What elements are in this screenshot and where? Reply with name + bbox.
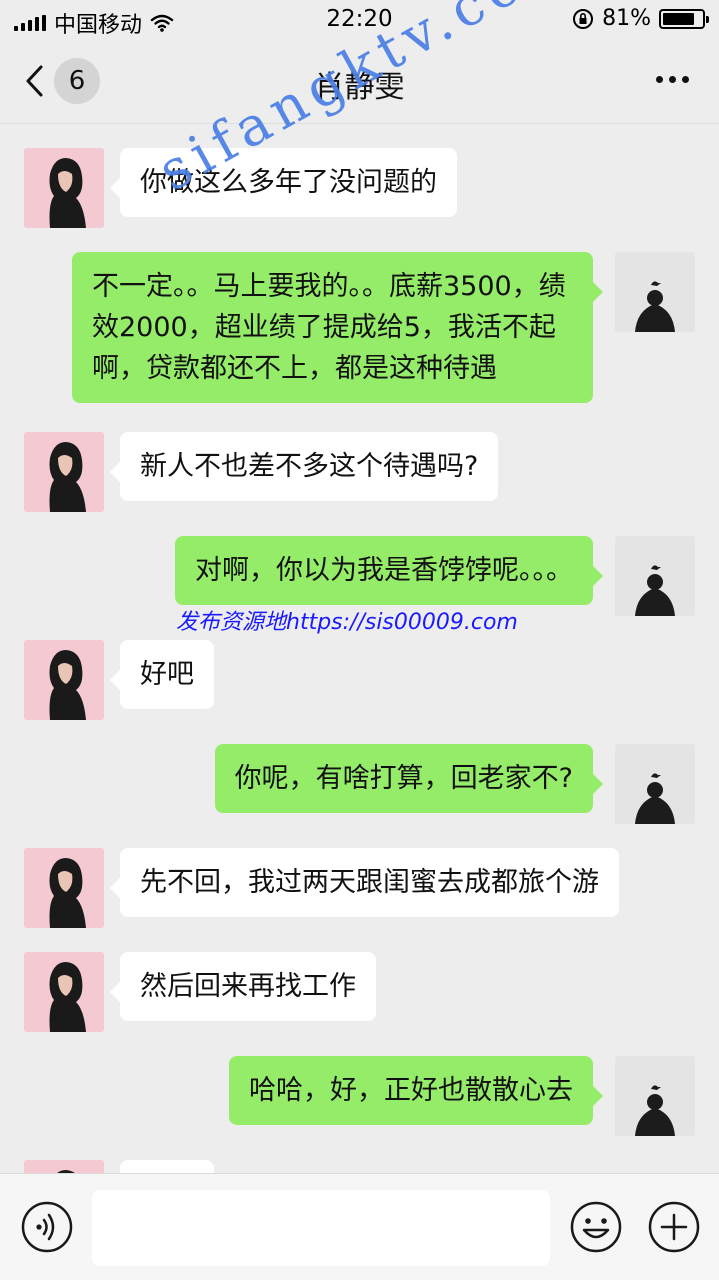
message-input[interactable] [92, 1190, 550, 1266]
woman-portrait-icon [24, 148, 104, 228]
my-avatar[interactable] [615, 1056, 695, 1136]
message-outgoing: 你呢，有啥打算，回老家不? [0, 744, 719, 824]
message-bubble[interactable] [120, 1160, 214, 1173]
woman-portrait-icon [24, 952, 104, 1032]
woman-portrait-icon [24, 640, 104, 720]
message-incoming: 你做这么多年了没问题的 [0, 148, 719, 228]
contact-avatar[interactable] [24, 640, 104, 720]
silhouette-bird-icon [615, 1056, 695, 1136]
status-right-group: 81% [572, 6, 709, 31]
chat-area[interactable]: 你做这么多年了没问题的 不一定。。马上要我的。。底薪3500，绩效2000，超业… [0, 125, 719, 1173]
contact-avatar[interactable] [24, 432, 104, 512]
chat-title: 肖静雯 [314, 70, 405, 105]
plus-icon[interactable] [647, 1200, 701, 1254]
message-bubble[interactable]: 哈哈，好，正好也散散心去 [229, 1056, 603, 1125]
silhouette-bird-icon [615, 744, 695, 824]
message-incoming: 新人不也差不多这个待遇吗? [0, 432, 719, 512]
message-bubble[interactable]: 对啊，你以为我是香饽饽呢。。。 [175, 536, 603, 605]
woman-portrait-icon [24, 1160, 104, 1173]
message-incoming: 然后回来再找工作 [0, 952, 719, 1032]
message-bubble[interactable]: 然后回来再找工作 [110, 952, 376, 1021]
message-incoming-partial [0, 1160, 719, 1173]
more-options-button[interactable] [656, 66, 689, 93]
my-avatar[interactable] [615, 744, 695, 824]
my-avatar[interactable] [615, 252, 695, 332]
lock-rotation-icon [573, 8, 594, 29]
message-bubble[interactable]: 你做这么多年了没问题的 [110, 148, 457, 217]
message-incoming: 先不回，我过两天跟闺蜜去成都旅个游 [0, 848, 719, 928]
status-bar: 中国移动 22:20 81% [0, 0, 719, 40]
message-bubble[interactable]: 新人不也差不多这个待遇吗? [109, 432, 499, 501]
message-outgoing: 哈哈，好，正好也散散心去 [0, 1056, 719, 1136]
contact-avatar[interactable] [24, 1160, 104, 1173]
message-outgoing: 不一定。。马上要我的。。底薪3500，绩效2000，超业绩了提成给5，我活不起啊… [0, 252, 719, 408]
message-bubble[interactable]: 你呢，有啥打算，回老家不? [214, 744, 604, 813]
woman-portrait-icon [24, 432, 104, 512]
message-bubble[interactable]: 好吧 [110, 640, 214, 709]
message-incoming: 好吧 [0, 640, 719, 720]
silhouette-bird-icon [615, 536, 695, 616]
message-bubble[interactable]: 不一定。。马上要我的。。底薪3500，绩效2000，超业绩了提成给5，我活不起啊… [72, 252, 603, 403]
my-avatar[interactable] [615, 536, 695, 616]
battery-icon [659, 8, 709, 29]
contact-avatar[interactable] [24, 848, 104, 928]
message-outgoing: 对啊，你以为我是香饽饽呢。。。 [0, 536, 719, 616]
contact-avatar[interactable] [24, 148, 104, 228]
silhouette-bird-icon [615, 252, 695, 332]
message-bubble[interactable]: 先不回，我过两天跟闺蜜去成都旅个游 [110, 848, 619, 917]
nav-bar: 6 肖静雯 [0, 40, 719, 124]
more-dot [656, 76, 663, 83]
contact-avatar[interactable] [24, 952, 104, 1032]
more-dot [669, 76, 676, 83]
input-bar [0, 1173, 719, 1280]
woman-portrait-icon [24, 848, 104, 928]
voice-icon[interactable] [20, 1200, 74, 1254]
battery-percent: 81% [602, 6, 651, 31]
emoji-icon[interactable] [569, 1200, 623, 1254]
more-dot [682, 76, 689, 83]
